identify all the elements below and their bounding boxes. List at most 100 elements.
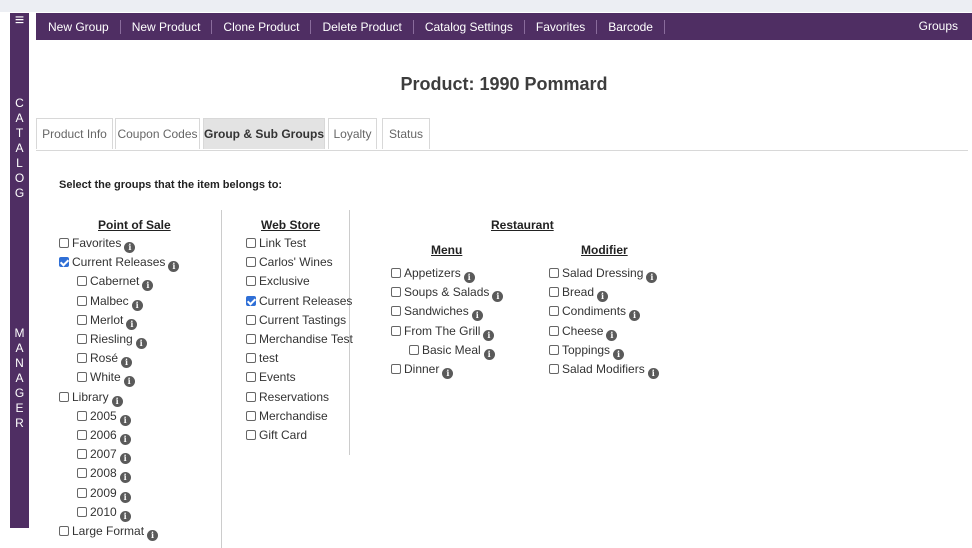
group-label[interactable]: Current Releases bbox=[72, 255, 165, 269]
group-checkbox[interactable] bbox=[246, 257, 256, 268]
group-label[interactable]: Merchandise bbox=[259, 409, 328, 423]
group-label[interactable]: Link Test bbox=[259, 236, 306, 250]
info-icon[interactable]: i bbox=[124, 242, 136, 253]
tab-product-info[interactable]: Product Info bbox=[36, 118, 113, 149]
group-checkbox[interactable] bbox=[59, 238, 69, 248]
info-icon[interactable]: i bbox=[483, 348, 495, 360]
info-icon[interactable]: i bbox=[119, 453, 131, 465]
info-icon[interactable]: i bbox=[121, 357, 133, 369]
group-label[interactable]: Condiments bbox=[562, 304, 626, 318]
nav-item[interactable]: Barcode bbox=[597, 19, 665, 34]
group-label[interactable]: 2008 bbox=[90, 466, 117, 480]
group-checkbox[interactable] bbox=[77, 353, 87, 364]
nav-item[interactable]: Delete Product bbox=[311, 19, 414, 34]
group-label[interactable]: 2009 bbox=[90, 486, 117, 500]
group-label[interactable]: Dinner bbox=[404, 362, 439, 376]
group-label[interactable]: Library bbox=[72, 390, 109, 404]
group-checkbox[interactable] bbox=[246, 334, 256, 344]
group-checkbox[interactable] bbox=[391, 268, 401, 278]
group-checkbox[interactable] bbox=[246, 391, 256, 402]
group-label[interactable]: Salad Dressing bbox=[562, 266, 643, 280]
group-label[interactable]: Rosé bbox=[90, 351, 118, 365]
nav-item[interactable]: Favorites bbox=[525, 19, 598, 34]
group-label[interactable]: 2010 bbox=[90, 505, 117, 519]
info-icon[interactable]: i bbox=[126, 318, 138, 330]
nav-item[interactable]: New Group bbox=[36, 19, 121, 34]
group-checkbox[interactable] bbox=[77, 468, 87, 479]
group-checkbox[interactable] bbox=[246, 314, 256, 325]
group-checkbox[interactable] bbox=[409, 344, 419, 355]
nav-item[interactable]: Clone Product bbox=[212, 19, 312, 34]
group-label[interactable]: Cabernet bbox=[90, 274, 139, 288]
group-label[interactable]: Appetizers bbox=[404, 266, 461, 280]
group-checkbox[interactable] bbox=[246, 238, 256, 248]
group-label[interactable]: Basic Meal bbox=[422, 343, 481, 357]
group-label[interactable]: 2005 bbox=[90, 409, 117, 423]
group-checkbox[interactable] bbox=[77, 506, 87, 517]
info-icon[interactable]: i bbox=[119, 491, 131, 503]
group-label[interactable]: Current Releases bbox=[259, 294, 352, 308]
info-icon[interactable]: i bbox=[646, 272, 658, 283]
info-icon[interactable]: i bbox=[606, 329, 618, 341]
info-icon[interactable]: i bbox=[463, 272, 475, 283]
info-icon[interactable]: i bbox=[597, 291, 609, 303]
group-checkbox[interactable] bbox=[77, 372, 87, 383]
group-checkbox[interactable] bbox=[391, 287, 401, 298]
info-icon[interactable]: i bbox=[147, 530, 159, 541]
group-checkbox[interactable] bbox=[246, 372, 256, 383]
group-checkbox[interactable] bbox=[549, 268, 559, 278]
info-icon[interactable]: i bbox=[111, 395, 123, 407]
group-label[interactable]: Toppings bbox=[562, 343, 610, 357]
info-icon[interactable]: i bbox=[442, 368, 454, 379]
group-label[interactable]: Cheese bbox=[562, 324, 603, 338]
group-checkbox[interactable] bbox=[549, 364, 559, 374]
group-checkbox[interactable] bbox=[391, 325, 401, 336]
group-checkbox[interactable] bbox=[549, 344, 559, 355]
group-label[interactable]: test bbox=[259, 351, 278, 365]
group-label[interactable]: Large Format bbox=[72, 524, 144, 538]
group-label[interactable]: Exclusive bbox=[259, 274, 310, 288]
group-checkbox[interactable] bbox=[77, 449, 87, 460]
tab-loyalty[interactable]: Loyalty bbox=[328, 118, 377, 149]
group-checkbox[interactable] bbox=[77, 276, 87, 287]
info-icon[interactable]: i bbox=[492, 291, 504, 303]
info-icon[interactable]: i bbox=[483, 329, 495, 341]
group-label[interactable]: 2007 bbox=[90, 447, 117, 461]
info-icon[interactable]: i bbox=[119, 414, 131, 426]
group-checkbox[interactable] bbox=[246, 276, 256, 287]
info-icon[interactable]: i bbox=[135, 338, 147, 349]
group-checkbox[interactable] bbox=[59, 526, 69, 536]
group-checkbox[interactable] bbox=[246, 410, 256, 421]
group-label[interactable]: Events bbox=[259, 370, 296, 384]
group-label[interactable]: Sandwiches bbox=[404, 304, 469, 318]
group-label[interactable]: Favorites bbox=[72, 236, 121, 250]
group-label[interactable]: Gift Card bbox=[259, 428, 307, 442]
group-checkbox[interactable] bbox=[549, 325, 559, 336]
group-label[interactable]: Carlos' Wines bbox=[259, 255, 333, 269]
group-checkbox[interactable] bbox=[59, 257, 69, 268]
tab-status[interactable]: Status bbox=[382, 118, 430, 149]
info-icon[interactable]: i bbox=[142, 280, 154, 292]
nav-groups-link[interactable]: Groups bbox=[919, 13, 958, 40]
nav-item[interactable]: New Product bbox=[121, 19, 213, 34]
hamburger-menu-icon[interactable]: ≡ bbox=[10, 13, 29, 31]
group-label[interactable]: Bread bbox=[562, 285, 594, 299]
group-label[interactable]: Current Tastings bbox=[259, 313, 346, 327]
group-checkbox[interactable] bbox=[549, 287, 559, 298]
info-icon[interactable]: i bbox=[168, 261, 180, 273]
group-checkbox[interactable] bbox=[77, 410, 87, 421]
nav-item[interactable]: Catalog Settings bbox=[414, 19, 525, 34]
info-icon[interactable]: i bbox=[471, 310, 483, 322]
tab-group-sub-groups[interactable]: Group & Sub Groups bbox=[203, 118, 325, 149]
group-checkbox[interactable] bbox=[77, 487, 87, 498]
group-label[interactable]: White bbox=[90, 370, 121, 384]
tab-coupon-codes[interactable]: Coupon Codes bbox=[115, 118, 200, 149]
group-checkbox[interactable] bbox=[391, 364, 401, 374]
group-checkbox[interactable] bbox=[59, 391, 69, 402]
info-icon[interactable]: i bbox=[647, 368, 659, 379]
group-checkbox[interactable] bbox=[77, 334, 87, 344]
group-label[interactable]: Riesling bbox=[90, 332, 133, 346]
info-icon[interactable]: i bbox=[613, 348, 625, 360]
info-icon[interactable]: i bbox=[119, 472, 131, 484]
group-checkbox[interactable] bbox=[391, 306, 401, 317]
